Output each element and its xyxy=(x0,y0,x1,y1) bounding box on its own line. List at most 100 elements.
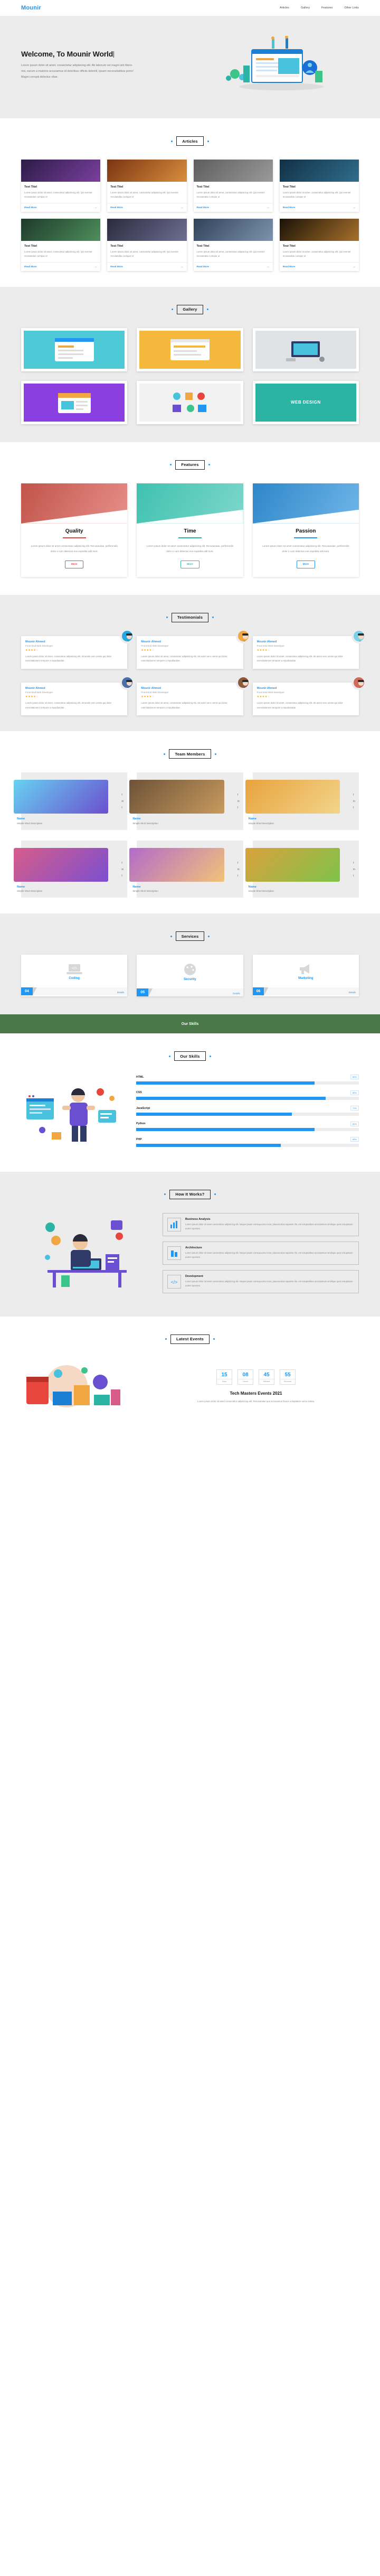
social-f-icon[interactable]: f xyxy=(353,794,355,797)
social-t-icon[interactable]: t xyxy=(121,806,124,809)
testimonial-text: Lorem ipsum dolor sit amet, consectetur … xyxy=(256,702,343,709)
service-details-link[interactable]: Details xyxy=(117,991,127,995)
arrow-right-icon[interactable]: → xyxy=(353,265,356,268)
article-card[interactable]: Test Titel Lorem ipsum dolor sit amet, co… xyxy=(279,160,359,212)
bullet-dot-icon xyxy=(213,1338,215,1340)
gallery-item[interactable]: WEB DESIGN xyxy=(252,380,359,424)
gallery-item[interactable] xyxy=(137,380,243,424)
social-in-icon[interactable]: in xyxy=(121,868,124,871)
read-more-link[interactable]: Read More xyxy=(197,206,210,209)
gallery-item[interactable] xyxy=(21,380,128,424)
team-card: f in t Name Simple Short Description xyxy=(129,840,243,898)
read-more-link[interactable]: Read More xyxy=(110,206,123,209)
nav-link-gallery[interactable]: Gallery xyxy=(301,6,310,10)
gallery-item[interactable] xyxy=(252,328,359,371)
article-card[interactable]: Test Titel Lorem ipsum dolor sit amet, co… xyxy=(279,218,359,271)
testimonial-card: Mounir Ahmed Front-End Web Developer ★★★★☆… xyxy=(21,628,135,669)
article-card[interactable]: Test Titel Lorem ipsum dolor sit amet, co… xyxy=(21,160,101,212)
team-card: f in t Name Simple Short Description xyxy=(245,840,359,898)
social-in-icon[interactable]: in xyxy=(238,800,240,803)
social-links: f in t xyxy=(121,794,124,809)
social-in-icon[interactable]: in xyxy=(353,800,355,803)
arrow-right-icon[interactable]: → xyxy=(267,265,270,268)
social-f-icon[interactable]: f xyxy=(121,862,124,865)
bullet-dot-icon xyxy=(164,1193,166,1196)
read-more-link[interactable]: Read More xyxy=(24,265,37,268)
bullet-dot-icon xyxy=(164,753,166,755)
arrow-right-icon[interactable]: → xyxy=(180,265,184,268)
testimonials-section: Testimonials Mounir Ahmed Front-End Web D… xyxy=(0,594,380,732)
social-t-icon[interactable]: t xyxy=(121,874,124,878)
how-item-heading: Business Analysis xyxy=(185,1217,211,1221)
article-card[interactable]: Test Titel Lorem ipsum dolor sit amet, co… xyxy=(107,160,187,212)
article-footer: Read More → xyxy=(21,262,101,271)
social-t-icon[interactable]: t xyxy=(353,806,355,809)
article-footer: Read More → xyxy=(279,262,359,271)
testimonial-name: Mounir Ahmed xyxy=(25,686,45,690)
read-more-link[interactable]: Read More xyxy=(283,206,296,209)
how-illustration xyxy=(21,1213,153,1292)
nav-link-articles[interactable]: Articles xyxy=(280,6,289,10)
nav-link-other[interactable]: Other Links xyxy=(344,6,359,10)
star-empty-icon: ☆ xyxy=(36,695,39,699)
feature-more-button[interactable]: More xyxy=(180,560,200,568)
team-name: Name xyxy=(248,885,256,889)
countdown-unit: 45 Minutes xyxy=(259,1369,274,1385)
social-f-icon[interactable]: f xyxy=(121,794,124,797)
feature-card: Passion Lorem ipsum dolor sit amet consec… xyxy=(252,483,359,577)
social-t-icon[interactable]: t xyxy=(238,874,240,878)
social-in-icon[interactable]: in xyxy=(121,800,124,803)
service-details-link[interactable]: Details xyxy=(233,992,243,996)
how-item-text: Business Analysis Lorem ipsum dolor sit a… xyxy=(185,1218,354,1231)
social-links: f in t xyxy=(353,794,355,809)
team-name: Name xyxy=(17,817,25,821)
article-thumbnail xyxy=(21,218,101,241)
team-name: Name xyxy=(132,885,141,889)
article-title: Test Titel xyxy=(110,244,124,248)
arrow-right-icon[interactable]: → xyxy=(353,206,356,209)
article-title: Test Titel xyxy=(196,185,210,189)
read-more-link[interactable]: Read More xyxy=(283,265,296,268)
social-in-icon[interactable]: in xyxy=(353,868,355,871)
chart-icon xyxy=(167,1217,181,1231)
article-thumbnail xyxy=(21,160,101,182)
social-links: f in t xyxy=(238,794,240,809)
feature-more-button[interactable]: More xyxy=(296,560,316,568)
gallery-item[interactable] xyxy=(137,328,243,371)
feature-more-button[interactable]: More xyxy=(64,560,84,568)
social-f-icon[interactable]: f xyxy=(238,862,240,865)
article-card[interactable]: Test Titel Lorem ipsum dolor sit amet, co… xyxy=(21,218,101,271)
article-body: Test Titel Lorem ipsum dolor sit amet, co… xyxy=(280,241,359,262)
social-f-icon[interactable]: f xyxy=(238,794,240,797)
arrow-right-icon[interactable]: → xyxy=(180,206,184,209)
article-title: Test Titel xyxy=(282,244,296,248)
service-number: 04 xyxy=(21,987,33,996)
article-card[interactable]: Test Titel Lorem ipsum dolor sit amet, co… xyxy=(107,218,187,271)
social-f-icon[interactable]: f xyxy=(353,862,355,865)
social-in-icon[interactable]: in xyxy=(238,868,240,871)
gallery-item[interactable] xyxy=(21,328,128,371)
arrow-right-icon[interactable]: → xyxy=(94,265,97,268)
testimonial-role: Front-End Web Developer xyxy=(256,645,284,648)
testimonial-text: Lorem ipsum dolor sit amet, consectetur … xyxy=(25,702,112,709)
social-t-icon[interactable]: t xyxy=(353,874,355,878)
social-t-icon[interactable]: t xyxy=(238,806,240,809)
article-card[interactable]: Test Titel Lorem ipsum dolor sit amet, co… xyxy=(193,218,273,271)
articles-section: Articles Test Titel Lorem ipsum dolor sit… xyxy=(0,118,380,287)
arrow-right-icon[interactable]: → xyxy=(267,206,270,209)
skill-percent: 85% xyxy=(350,1090,359,1095)
bullet-dot-icon xyxy=(169,1055,171,1057)
nav-link-features[interactable]: Features xyxy=(321,6,332,10)
bullet-dot-icon xyxy=(209,1055,211,1057)
site-logo[interactable]: Mounir xyxy=(21,5,41,11)
team-name: Name xyxy=(17,885,25,889)
read-more-link[interactable]: Read More xyxy=(197,265,210,268)
arrow-right-icon[interactable]: → xyxy=(94,206,97,209)
testimonial-text: Lorem ipsum dolor sit amet, consectetur … xyxy=(141,702,227,709)
read-more-link[interactable]: Read More xyxy=(110,265,123,268)
read-more-link[interactable]: Read More xyxy=(24,206,37,209)
article-card[interactable]: Test Titel Lorem ipsum dolor sit amet, co… xyxy=(193,160,273,212)
skills-illustration xyxy=(21,1079,127,1148)
service-details-link[interactable]: Details xyxy=(349,991,359,995)
article-text: Lorem ipsum dolor sit amet, consectetur … xyxy=(110,250,178,257)
